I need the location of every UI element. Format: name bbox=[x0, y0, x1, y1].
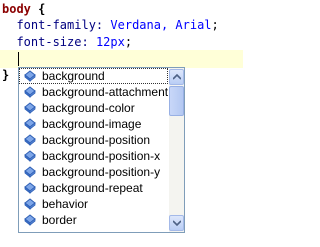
semicolon: ; bbox=[124, 35, 133, 49]
open-brace: { bbox=[38, 2, 46, 16]
autocomplete-list[interactable]: background background-attachment backgroun… bbox=[19, 68, 168, 232]
scroll-up-button[interactable] bbox=[169, 69, 184, 85]
autocomplete-item-label: background-image bbox=[42, 117, 142, 131]
scroll-down-button[interactable] bbox=[169, 215, 184, 231]
property-icon bbox=[23, 118, 37, 130]
current-line-highlight bbox=[0, 50, 243, 68]
autocomplete-item[interactable]: background-position bbox=[19, 132, 168, 148]
property-icon bbox=[23, 182, 37, 194]
css-property: font-size: bbox=[16, 35, 89, 49]
property-icon bbox=[23, 214, 37, 226]
property-icon bbox=[23, 198, 37, 210]
autocomplete-item-label: behavior bbox=[42, 197, 89, 211]
autocomplete-item-label: background-position-x bbox=[42, 149, 161, 163]
autocomplete-item[interactable]: behavior bbox=[19, 196, 168, 212]
autocomplete-item-label: background bbox=[42, 69, 105, 83]
css-selector: body bbox=[2, 2, 31, 16]
autocomplete-item[interactable]: background-position-x bbox=[19, 148, 168, 164]
autocomplete-item-label: background-repeat bbox=[42, 181, 143, 195]
property-icon bbox=[23, 102, 37, 114]
code-line-5: } bbox=[2, 66, 9, 85]
scrollbar[interactable] bbox=[168, 68, 184, 232]
property-icon bbox=[23, 166, 37, 178]
property-icon bbox=[23, 150, 37, 162]
autocomplete-item-label: background-attachment bbox=[42, 85, 169, 99]
close-brace: } bbox=[2, 68, 10, 82]
css-property: font-family: bbox=[16, 18, 104, 32]
autocomplete-popup[interactable]: background background-attachment backgroun… bbox=[18, 67, 185, 233]
css-value: Verdana, Arial bbox=[110, 18, 212, 32]
property-icon bbox=[23, 134, 37, 146]
autocomplete-item[interactable]: background-attachment bbox=[19, 84, 168, 100]
chevron-down-icon bbox=[173, 220, 181, 226]
property-icon bbox=[23, 70, 37, 82]
autocomplete-item-label: border bbox=[42, 213, 77, 227]
text-caret bbox=[18, 52, 19, 66]
scroll-thumb[interactable] bbox=[169, 86, 184, 116]
css-value: 12px bbox=[95, 35, 125, 49]
property-icon bbox=[23, 86, 37, 98]
autocomplete-item[interactable]: border bbox=[19, 212, 168, 228]
autocomplete-item-label: background-color bbox=[42, 101, 135, 115]
autocomplete-item[interactable]: background-color bbox=[19, 100, 168, 116]
autocomplete-item-label: background-position bbox=[42, 133, 151, 147]
chevron-up-icon bbox=[173, 74, 181, 80]
autocomplete-item[interactable]: background-image bbox=[19, 116, 168, 132]
autocomplete-item[interactable]: background-position-y bbox=[19, 164, 168, 180]
semicolon: ; bbox=[211, 18, 219, 32]
code-editor[interactable]: body { font-family: Verdana, Arial; font… bbox=[0, 0, 243, 247]
code-line-3: font-size: 12px; bbox=[2, 33, 132, 52]
autocomplete-item-label: background-position-y bbox=[42, 165, 161, 179]
autocomplete-item[interactable]: background bbox=[19, 68, 168, 84]
autocomplete-item[interactable]: background-repeat bbox=[19, 180, 168, 196]
